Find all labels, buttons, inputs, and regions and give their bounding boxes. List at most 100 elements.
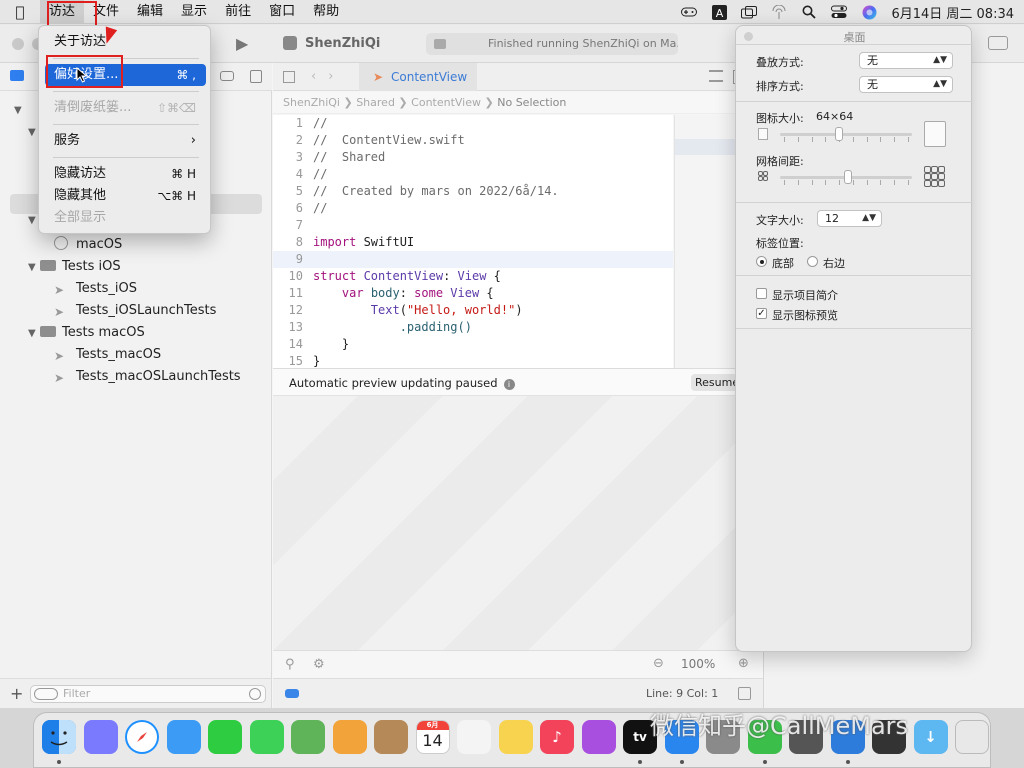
menu-finder[interactable]: 访达	[40, 0, 85, 24]
reminders-icon[interactable]	[457, 720, 491, 754]
search-icon[interactable]	[801, 5, 817, 19]
instruments-icon[interactable]	[872, 720, 906, 754]
close-window-button[interactable]	[12, 38, 24, 50]
mail-icon[interactable]	[166, 720, 201, 754]
safari-icon[interactable]	[125, 720, 159, 754]
label-bottom-radio[interactable]	[756, 256, 767, 267]
run-icon[interactable]: ▶	[236, 34, 248, 53]
menu-view[interactable]: 显示	[172, 0, 216, 24]
navigator-group-tests-ios[interactable]: ▼ Tests iOS	[28, 256, 121, 278]
navigator-item-tests-ios[interactable]: ➤ Tests_iOS	[54, 278, 137, 300]
control-center-icon[interactable]	[831, 5, 848, 19]
airdrop-icon[interactable]	[771, 5, 787, 19]
navigator-item-macos[interactable]: macOS	[54, 234, 122, 256]
app-store-icon[interactable]	[664, 720, 699, 754]
game-controller-icon[interactable]	[681, 5, 698, 19]
menu-item-hide-others[interactable]: 隐藏其他 ⌥⌘ H	[45, 185, 206, 207]
source-editor[interactable]: 1// 2// ContentView.swift 3// Shared 4//…	[273, 115, 673, 368]
xcode-icon[interactable]	[830, 720, 865, 754]
input-method-icon[interactable]: A	[711, 4, 727, 20]
status-area: A 6月14日 周二 08:34	[681, 0, 1014, 24]
contacts-icon[interactable]	[374, 720, 408, 754]
menu-item-about-finder[interactable]: 关于访达	[45, 31, 206, 53]
debug-area-toggle-icon[interactable]	[738, 687, 751, 700]
facetime-icon[interactable]	[208, 720, 242, 754]
menu-edit[interactable]: 编辑	[128, 0, 172, 24]
minimap-viewport[interactable]	[675, 139, 737, 155]
notes-icon[interactable]	[498, 720, 533, 754]
menu-clock[interactable]: 6月14日 周二 08:34	[891, 3, 1014, 22]
podcasts-icon[interactable]	[581, 720, 616, 754]
navigator-group-tests-macos[interactable]: ▼ Tests macOS	[28, 322, 145, 344]
code-line: 11 var body: some View {	[288, 286, 494, 300]
photos-icon[interactable]	[332, 720, 367, 754]
filter-options-icon[interactable]	[34, 688, 58, 700]
trash-icon[interactable]	[955, 720, 989, 754]
slider-knob[interactable]	[844, 170, 853, 184]
apple-menu-icon[interactable]: 	[0, 3, 40, 21]
show-icon-preview-checkbox[interactable]: ✓	[756, 308, 767, 319]
report-navigator-icon[interactable]	[250, 70, 262, 83]
menu-window[interactable]: 窗口	[260, 0, 304, 24]
label-right-radio[interactable]	[807, 256, 818, 267]
minimap[interactable]	[674, 115, 737, 368]
wechat-icon[interactable]	[747, 720, 782, 754]
maps-icon[interactable]	[291, 720, 325, 754]
navigator-item-tests-ios-launch[interactable]: ➤ Tests_iOSLaunchTests	[54, 300, 216, 322]
zoom-in-icon[interactable]: ⊕	[738, 656, 749, 671]
menu-help[interactable]: 帮助	[304, 0, 348, 24]
grid-spacing-slider[interactable]	[780, 170, 912, 185]
stack-by-select[interactable]: 无 ▲▼	[859, 52, 953, 69]
screen-mirror-icon[interactable]	[741, 5, 758, 19]
tab-content-view[interactable]: ➤ ContentView	[359, 63, 477, 91]
icon-size-slider[interactable]	[780, 127, 912, 142]
breadcrumb-project[interactable]: ShenZhiQi	[283, 96, 340, 109]
menu-file[interactable]: 文件	[84, 0, 128, 24]
device-settings-icon[interactable]: ⚙	[313, 657, 325, 672]
calendar-icon[interactable]: 6月 14	[415, 720, 450, 754]
menu-item-services[interactable]: 服务 ›	[45, 130, 206, 152]
breadcrumb-file[interactable]: ContentView	[411, 96, 481, 109]
breadcrumb-selection[interactable]: No Selection	[497, 96, 566, 109]
add-file-button[interactable]: +	[10, 684, 23, 703]
recent-files-icon[interactable]	[249, 688, 261, 700]
editor-options-icon[interactable]	[709, 70, 723, 82]
zoom-out-icon[interactable]: ⊖	[653, 656, 664, 671]
show-item-info-checkbox[interactable]	[756, 288, 767, 299]
project-name[interactable]: ShenZhiQi	[305, 36, 380, 51]
panel-title: 桌面	[843, 31, 866, 44]
navigator-item-tests-macos[interactable]: ➤ Tests_macOS	[54, 344, 161, 366]
project-navigator-icon[interactable]	[10, 70, 24, 81]
tree-disclosure-root[interactable]: ▼	[14, 99, 26, 121]
navigator-item-tests-macos-launch[interactable]: ➤ Tests_macOSLaunchTests	[54, 366, 241, 388]
screenshot-icon[interactable]	[789, 720, 823, 754]
info-icon[interactable]: i	[503, 379, 515, 390]
stack-by-label: 叠放方式:	[756, 56, 804, 69]
finder-icon[interactable]	[42, 720, 76, 754]
inspector-toggle-icon[interactable]	[988, 36, 1008, 50]
slider-knob[interactable]	[834, 127, 843, 141]
menu-item-hide-finder[interactable]: 隐藏访达 ⌘ H	[45, 163, 206, 185]
menu-go[interactable]: 前往	[216, 0, 260, 24]
test-navigator-icon[interactable]	[220, 71, 234, 81]
breadcrumb-group[interactable]: Shared	[356, 96, 395, 109]
related-items-icon[interactable]	[283, 71, 295, 83]
messages-icon[interactable]	[249, 720, 284, 754]
downloads-folder-icon[interactable]: ↓	[913, 720, 948, 754]
siri-icon[interactable]	[861, 5, 877, 19]
preview-canvas[interactable]	[273, 396, 763, 650]
finder-menu-dropdown: 关于访达 偏好设置... ⌘ , 清倒废纸篓... ⇧⌘⌫ 服务 › 隐藏访达 ⌘ H …	[38, 25, 211, 234]
sort-by-select[interactable]: 无 ▲▼	[859, 76, 953, 93]
breakpoint-icon[interactable]	[285, 689, 299, 698]
navigator-filter-field[interactable]: Filter	[30, 685, 266, 703]
pin-icon[interactable]: ⚲	[285, 657, 295, 672]
launchpad-icon[interactable]	[83, 720, 118, 754]
history-arrows[interactable]: ‹›	[311, 69, 345, 84]
slider-tick	[839, 180, 841, 185]
system-preferences-icon[interactable]	[706, 720, 740, 754]
apple-tv-icon[interactable]: tv	[623, 720, 657, 754]
music-icon[interactable]: ♪	[540, 720, 574, 754]
text-size-select[interactable]: 12 ▲▼	[817, 210, 882, 227]
menu-item-preferences[interactable]: 偏好设置... ⌘ ,	[45, 64, 206, 86]
zoom-level[interactable]: 100%	[681, 657, 715, 671]
